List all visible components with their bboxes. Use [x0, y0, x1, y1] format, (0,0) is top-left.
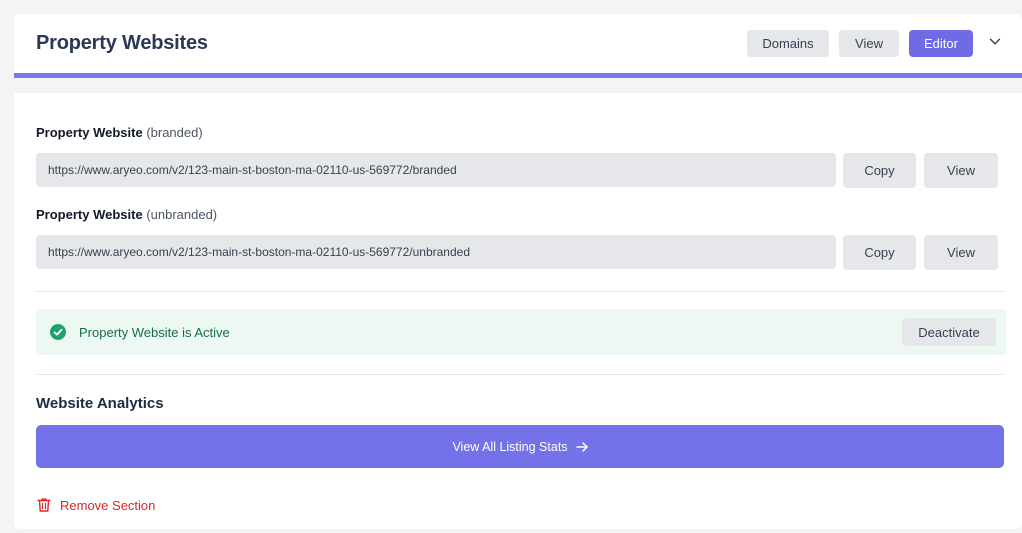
arrow-right-icon — [575, 441, 588, 452]
status-text: Property Website is Active — [79, 325, 230, 340]
remove-section-label: Remove Section — [60, 497, 156, 513]
divider — [36, 374, 1004, 375]
branded-view-button[interactable]: View — [924, 153, 998, 188]
unbranded-copy-button[interactable]: Copy — [843, 235, 916, 270]
branded-label-note: (branded) — [146, 125, 203, 140]
unbranded-label-note: (unbranded) — [146, 207, 218, 222]
branded-copy-button[interactable]: Copy — [843, 153, 916, 188]
chevron-down-icon[interactable] — [986, 33, 1004, 51]
editor-button[interactable]: Editor — [909, 30, 973, 57]
unbranded-label-strong: Property Website — [36, 207, 143, 222]
analytics-title: Website Analytics — [36, 395, 164, 412]
status-banner: Property Website is Active Deactivate — [36, 309, 1006, 355]
divider — [36, 291, 1004, 292]
page-title: Property Websites — [36, 32, 208, 54]
view-listing-stats-label: View All Listing Stats — [452, 439, 568, 454]
trash-icon — [37, 498, 51, 512]
remove-section-button[interactable]: Remove Section — [36, 497, 155, 513]
unbranded-label: Property Website (unbranded) — [36, 207, 217, 222]
check-circle-icon — [50, 324, 66, 340]
view-listing-stats-button[interactable]: View All Listing Stats — [36, 425, 1004, 468]
unbranded-view-button[interactable]: View — [924, 235, 998, 270]
domains-button[interactable]: Domains — [747, 30, 829, 57]
deactivate-button[interactable]: Deactivate — [902, 318, 996, 346]
section-body: Property Website (branded) https://www.a… — [14, 93, 1022, 529]
branded-url-field[interactable]: https://www.aryeo.com/v2/123-main-st-bos… — [36, 153, 836, 187]
view-button[interactable]: View — [839, 30, 899, 57]
section-header: Property Websites Domains View Editor — [14, 14, 1022, 78]
branded-label: Property Website (branded) — [36, 125, 203, 140]
branded-label-strong: Property Website — [36, 125, 143, 140]
unbranded-url-field[interactable]: https://www.aryeo.com/v2/123-main-st-bos… — [36, 235, 836, 269]
